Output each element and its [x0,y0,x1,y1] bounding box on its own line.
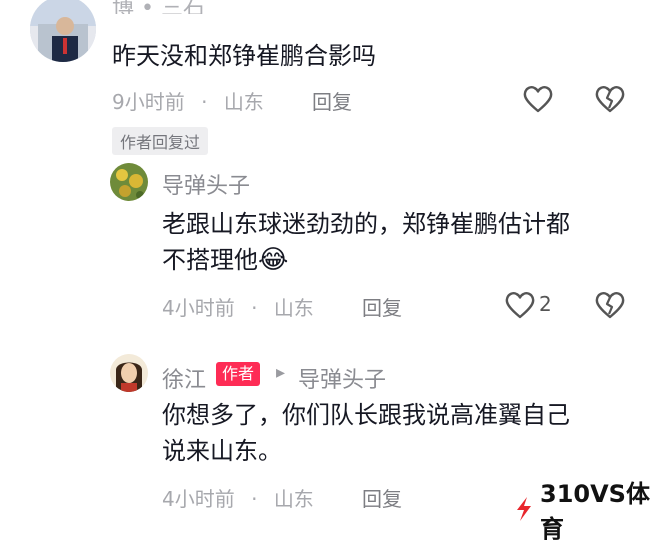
comment-meta: 4小时前 · 山东 [162,483,314,512]
comment-text-line: 不搭理他😂 [162,242,642,278]
comment-text: 老跟山东球迷劲劲的，郑铮崔鹏估计都 不搭理他😂 [162,206,642,278]
comment-time: 9小时前 [112,90,185,114]
avatar-image [30,0,96,62]
commenter-name[interactable]: 博 • 三石 [112,0,205,14]
comment-location: 山东 [223,90,264,114]
reply-arrow-icon: ▸ [276,362,286,383]
avatar-image [110,163,148,201]
like-icon[interactable] [504,290,536,320]
reply-button[interactable]: 回复 [312,86,352,115]
author-replied-tag: 作者回复过 [112,127,209,155]
comment-time: 4小时前 [162,296,235,320]
commenter-name[interactable]: 导弹头子 [162,168,250,200]
comment-location: 山东 [273,487,314,511]
reply-button[interactable]: 回复 [362,292,402,321]
commenter-name[interactable]: 徐江 [162,362,206,394]
avatar[interactable] [110,354,148,392]
comment-text-line2: 不搭理他 [162,246,258,274]
comment-text: 昨天没和郑铮崔鹏合影吗 [112,42,376,70]
like-icon[interactable] [522,84,554,114]
comment-text: 你想多了，你们队长跟我说高准翼自己 说来山东。 [162,397,642,469]
like-count: 2 [539,292,552,316]
avatar[interactable] [30,0,96,62]
avatar[interactable] [110,163,148,201]
comment-text-line: 你想多了，你们队长跟我说高准翼自己 [162,401,570,429]
comment-meta: 9小时前 · 山东 [112,86,264,115]
comment-text-line: 说来山东。 [162,437,282,465]
comment-meta: 4小时前 · 山东 [162,292,314,321]
meta-separator: · [201,90,208,114]
comment-time: 4小时前 [162,487,235,511]
meta-separator: · [251,487,258,511]
reply-target-name[interactable]: 导弹头子 [298,362,386,394]
reply-button[interactable]: 回复 [362,483,402,512]
dislike-icon[interactable] [594,290,626,320]
comment-location: 山东 [273,296,314,320]
meta-separator: · [251,296,258,320]
watermark-text: 310VS体育 [540,480,650,543]
author-badge: 作者 [216,362,261,386]
comment-text-line: 老跟山东球迷劲劲的，郑铮崔鹏估计都 [162,210,570,238]
laughing-emoji-icon: 😂 [258,245,289,275]
avatar-image [110,354,148,392]
watermark-logo-icon [514,496,534,522]
dislike-icon[interactable] [594,84,626,114]
watermark: 310VS体育 [500,480,660,543]
